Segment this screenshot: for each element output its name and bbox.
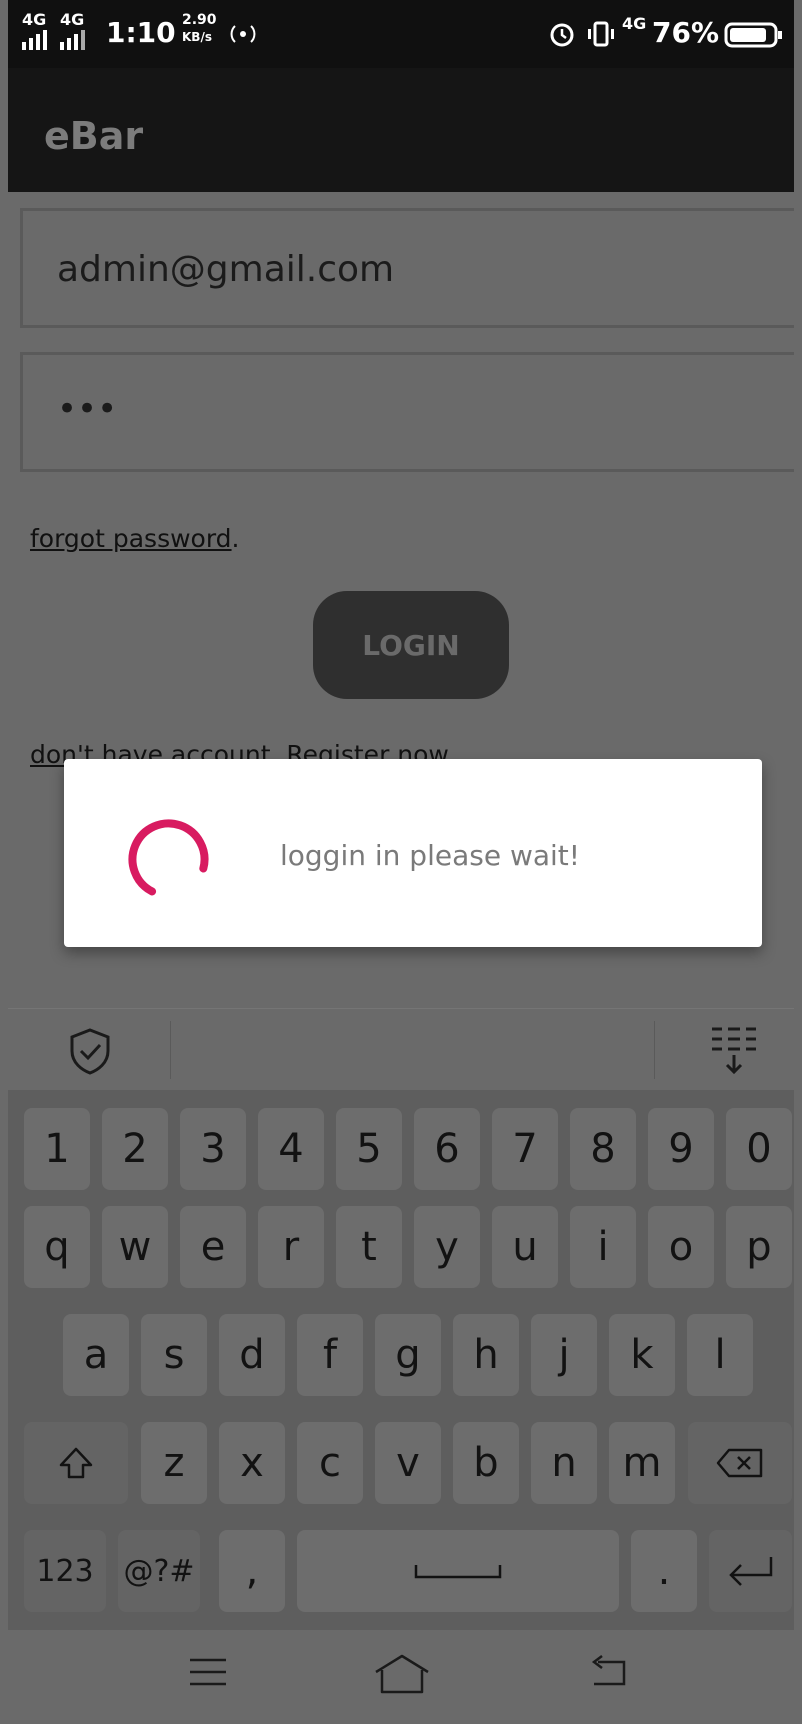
screen: 4G 4G 1:10 2.90 KB/s 4G 76% eBar admin@g… — [8, 0, 794, 1724]
battery-percent: 76% — [652, 16, 720, 49]
key-2[interactable]: 2 — [102, 1108, 168, 1190]
forgot-password-suffix: . — [231, 524, 240, 553]
loading-message: loggin in please wait! — [280, 839, 581, 872]
keyboard-toolbar — [8, 1008, 794, 1091]
keyboard: 1 2 3 4 5 6 7 8 9 0 q w e r t y u i o p … — [8, 1090, 794, 1630]
backspace-key[interactable] — [688, 1422, 792, 1504]
key-5[interactable]: 5 — [336, 1108, 402, 1190]
shield-check-icon[interactable] — [68, 1027, 112, 1075]
key-9[interactable]: 9 — [648, 1108, 714, 1190]
key-1[interactable]: 1 — [24, 1108, 90, 1190]
key-q[interactable]: q — [24, 1206, 90, 1288]
back-icon[interactable] — [588, 1652, 632, 1692]
email-value: admin@gmail.com — [57, 249, 395, 290]
app-title: eBar — [44, 114, 144, 158]
key-j[interactable]: j — [531, 1314, 597, 1396]
network-label-2: 4G — [60, 10, 85, 29]
shift-key[interactable] — [24, 1422, 128, 1504]
hotspot-icon — [230, 25, 256, 43]
key-7[interactable]: 7 — [492, 1108, 558, 1190]
signal-icon-2 — [60, 30, 85, 50]
key-4[interactable]: 4 — [258, 1108, 324, 1190]
key-u[interactable]: u — [492, 1206, 558, 1288]
toolbar-divider — [170, 1021, 171, 1079]
key-r[interactable]: r — [258, 1206, 324, 1288]
key-f[interactable]: f — [297, 1314, 363, 1396]
key-a[interactable]: a — [63, 1314, 129, 1396]
key-3[interactable]: 3 — [180, 1108, 246, 1190]
loading-dialog: loggin in please wait! — [64, 759, 762, 947]
backspace-icon — [716, 1448, 763, 1478]
key-t[interactable]: t — [336, 1206, 402, 1288]
net-speed-unit: KB/s — [182, 30, 212, 44]
forgot-password-link[interactable]: forgot password — [30, 524, 232, 553]
enter-icon — [728, 1557, 772, 1586]
forgot-password-row: forgot password. — [30, 524, 240, 553]
alarm-icon — [550, 23, 574, 47]
key-w[interactable]: w — [102, 1206, 168, 1288]
key-b[interactable]: b — [453, 1422, 519, 1504]
toolbar-divider-2 — [654, 1021, 655, 1079]
home-icon[interactable] — [372, 1652, 432, 1696]
key-c[interactable]: c — [297, 1422, 363, 1504]
enter-key[interactable] — [709, 1530, 792, 1612]
key-x[interactable]: x — [219, 1422, 285, 1504]
key-s[interactable]: s — [141, 1314, 207, 1396]
login-button[interactable]: LOGIN — [313, 591, 509, 699]
network-label-1: 4G — [22, 10, 47, 29]
key-z[interactable]: z — [141, 1422, 207, 1504]
loading-spinner-icon — [128, 819, 209, 896]
email-field[interactable]: admin@gmail.com — [20, 208, 794, 328]
key-g[interactable]: g — [375, 1314, 441, 1396]
key-i[interactable]: i — [570, 1206, 636, 1288]
key-8[interactable]: 8 — [570, 1108, 636, 1190]
key-m[interactable]: m — [609, 1422, 675, 1504]
navigation-bar — [8, 1630, 794, 1724]
key-v[interactable]: v — [375, 1422, 441, 1504]
period-key[interactable]: . — [631, 1530, 697, 1612]
space-icon — [414, 1565, 502, 1579]
key-e[interactable]: e — [180, 1206, 246, 1288]
key-y[interactable]: y — [414, 1206, 480, 1288]
battery-icon — [724, 22, 782, 48]
key-k[interactable]: k — [609, 1314, 675, 1396]
keyboard-hide-icon[interactable] — [708, 1023, 760, 1077]
numbers-key[interactable]: 123 — [24, 1530, 106, 1612]
key-h[interactable]: h — [453, 1314, 519, 1396]
password-value: ••• — [57, 389, 118, 429]
menu-icon[interactable] — [188, 1652, 228, 1692]
vibrate-icon — [588, 21, 614, 47]
network-label-3: 4G — [622, 14, 647, 33]
status-time: 1:10 — [106, 16, 176, 49]
password-field[interactable]: ••• — [20, 352, 794, 472]
space-key[interactable] — [297, 1530, 619, 1612]
key-o[interactable]: o — [648, 1206, 714, 1288]
key-p[interactable]: p — [726, 1206, 792, 1288]
key-n[interactable]: n — [531, 1422, 597, 1504]
key-0[interactable]: 0 — [726, 1108, 792, 1190]
net-speed-value: 2.90 — [182, 12, 217, 28]
symbols-key[interactable]: @?# — [118, 1530, 200, 1612]
shift-icon — [59, 1447, 93, 1479]
status-bar: 4G 4G 1:10 2.90 KB/s 4G 76% — [8, 0, 794, 68]
signal-icon — [22, 30, 47, 50]
key-6[interactable]: 6 — [414, 1108, 480, 1190]
key-d[interactable]: d — [219, 1314, 285, 1396]
app-bar: eBar — [8, 68, 794, 192]
comma-key[interactable]: , — [219, 1530, 285, 1612]
key-l[interactable]: l — [687, 1314, 753, 1396]
